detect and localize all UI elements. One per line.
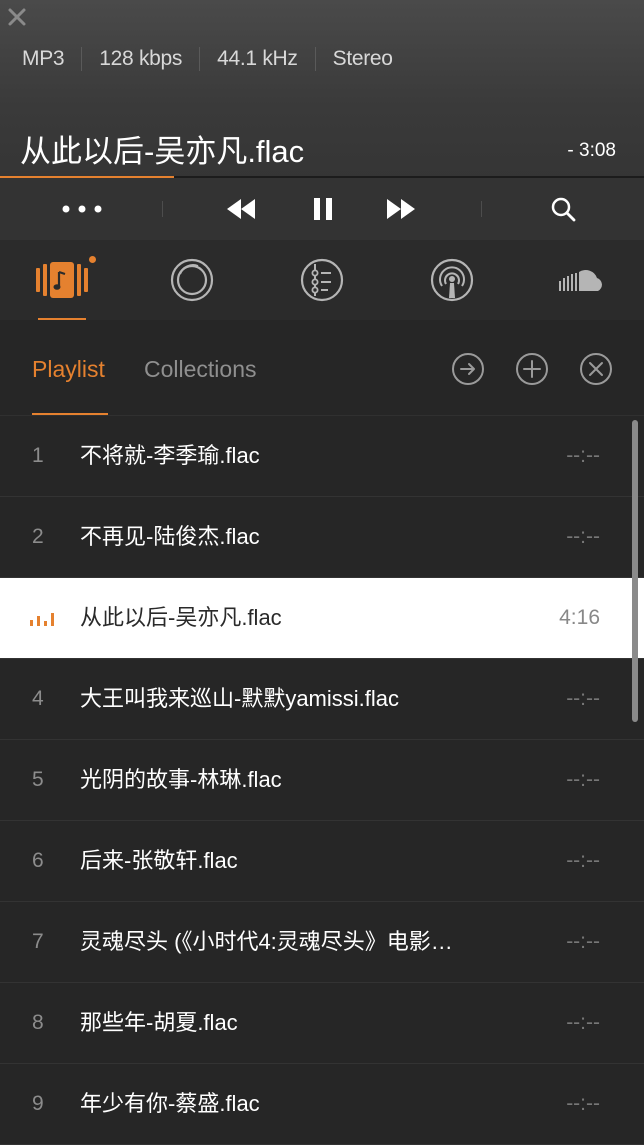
list-item-playing[interactable]: 从此以后-吴亦凡.flac 4:16 [0, 578, 644, 659]
track-number: 1 [32, 444, 44, 467]
list-item[interactable]: 8 那些年-胡夏.flac --:-- [0, 983, 644, 1064]
track-name: 大王叫我来巡山-默默yamissi.flac [80, 686, 400, 711]
go-arrow-icon [452, 353, 484, 385]
track-number: 5 [32, 768, 44, 791]
add-button[interactable] [515, 352, 549, 386]
nav-library[interactable] [282, 240, 362, 320]
radio-circle-icon [170, 258, 214, 302]
track-duration: --:-- [566, 687, 600, 710]
next-button[interactable] [372, 178, 430, 240]
track-name: 从此以后-吴亦凡.flac [80, 605, 282, 630]
search-icon [551, 197, 576, 222]
source-nav [0, 240, 644, 320]
tab-collections[interactable]: Collections [144, 356, 257, 383]
music-playlist-icon [36, 262, 88, 298]
nav-soundcloud[interactable] [542, 240, 622, 320]
clear-button[interactable] [579, 352, 613, 386]
format-label: MP3 [22, 47, 65, 70]
add-icon [516, 353, 548, 385]
search-button[interactable] [538, 178, 588, 240]
list-item[interactable]: 1 不将就-李季瑜.flac --:-- [0, 416, 644, 497]
track-duration: --:-- [566, 1011, 600, 1034]
track-duration: --:-- [566, 444, 600, 467]
transport-bar [0, 178, 644, 241]
bitrate-label: 128 kbps [99, 47, 183, 70]
fast-forward-icon [387, 199, 415, 219]
pause-icon [314, 198, 332, 220]
playlist-list: 1 不将就-李季瑜.flac --:-- 2 不再见-陆俊杰.flac --:-… [0, 416, 644, 1145]
track-duration: --:-- [566, 930, 600, 953]
track-duration: --:-- [566, 1092, 600, 1115]
track-name: 灵魂尽头 (《小时代4:灵魂尽头》电影… [80, 929, 453, 954]
soundcloud-icon [559, 269, 602, 291]
notification-dot [89, 256, 96, 263]
track-name: 后来-张敬轩.flac [80, 848, 238, 873]
list-item[interactable]: 9 年少有你-蔡盛.flac --:-- [0, 1064, 644, 1145]
track-duration: --:-- [566, 525, 600, 548]
track-duration: --:-- [566, 849, 600, 872]
more-button[interactable] [42, 178, 122, 240]
track-name: 那些年-胡夏.flac [80, 1010, 238, 1035]
track-duration: 4:16 [559, 606, 600, 629]
track-number: 4 [32, 687, 44, 710]
audio-info: MP3 128 kbps 44.1 kHz Stereo [22, 44, 393, 74]
sample-rate-label: 44.1 kHz [217, 47, 298, 70]
now-playing-title: 从此以后-吴亦凡.flac [20, 134, 305, 169]
tab-active-indicator [32, 413, 108, 415]
track-name: 光阴的故事-林琳.flac [80, 767, 282, 792]
list-item[interactable]: 4 大王叫我来巡山-默默yamissi.flac --:-- [0, 659, 644, 740]
divider [81, 47, 83, 71]
list-item[interactable]: 7 灵魂尽头 (《小时代4:灵魂尽头》电影… --:-- [0, 902, 644, 983]
now-playing-header: MP3 128 kbps 44.1 kHz Stereo 从此以后-吴亦凡.fl… [0, 0, 644, 178]
tab-playlist[interactable]: Playlist [32, 356, 105, 383]
podcast-icon [430, 258, 474, 302]
track-number: 8 [32, 1011, 44, 1034]
previous-button[interactable] [212, 178, 270, 240]
track-name: 不将就-李季瑜.flac [80, 443, 260, 468]
equalizer-list-icon [300, 258, 344, 302]
track-number: 7 [32, 930, 44, 953]
divider [314, 47, 316, 71]
nav-radio[interactable] [152, 240, 232, 320]
track-number: 6 [32, 849, 44, 872]
clear-icon [580, 353, 612, 385]
track-duration: --:-- [566, 768, 600, 791]
list-item[interactable]: 6 后来-张敬轩.flac --:-- [0, 821, 644, 902]
pause-button[interactable] [296, 178, 350, 240]
track-name: 不再见-陆俊杰.flac [80, 524, 260, 549]
list-item[interactable]: 2 不再见-陆俊杰.flac --:-- [0, 497, 644, 578]
time-remaining: - 3:08 [567, 140, 616, 161]
divider [199, 47, 201, 71]
go-to-current-button[interactable] [451, 352, 485, 386]
nav-podcast[interactable] [412, 240, 492, 320]
list-item[interactable]: 5 光阴的故事-林琳.flac --:-- [0, 740, 644, 821]
scrollbar[interactable] [632, 420, 638, 722]
divider [481, 201, 482, 217]
divider [162, 201, 163, 217]
more-dots-icon [62, 205, 102, 213]
track-number: 9 [32, 1092, 44, 1115]
track-name: 年少有你-蔡盛.flac [80, 1091, 260, 1116]
nav-playlist[interactable] [22, 240, 102, 320]
close-icon[interactable] [6, 6, 28, 28]
rewind-icon [227, 199, 255, 219]
now-playing-bars-icon [30, 613, 54, 626]
track-number: 2 [32, 525, 44, 548]
channels-label: Stereo [332, 47, 393, 70]
